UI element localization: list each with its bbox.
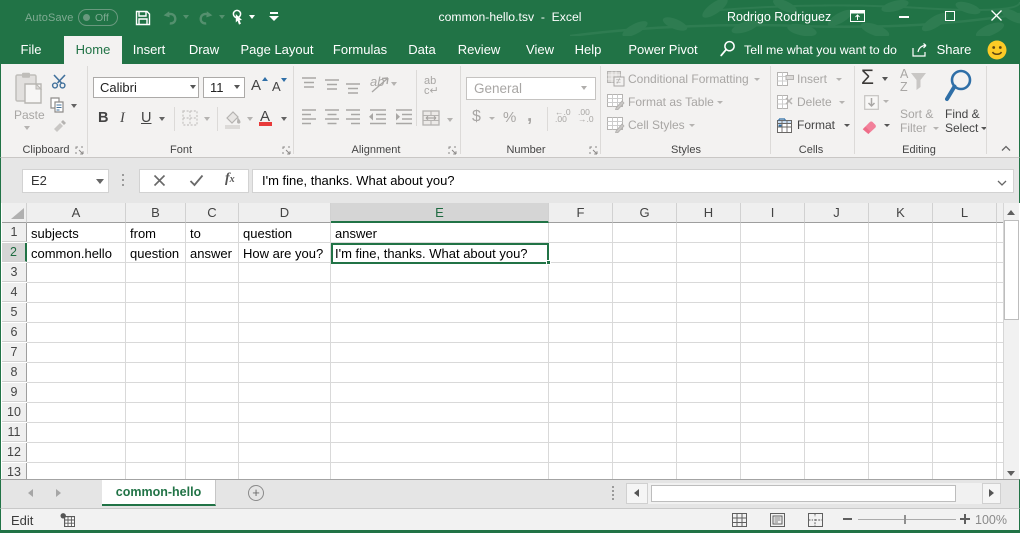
svg-text:≠: ≠ bbox=[616, 76, 621, 86]
